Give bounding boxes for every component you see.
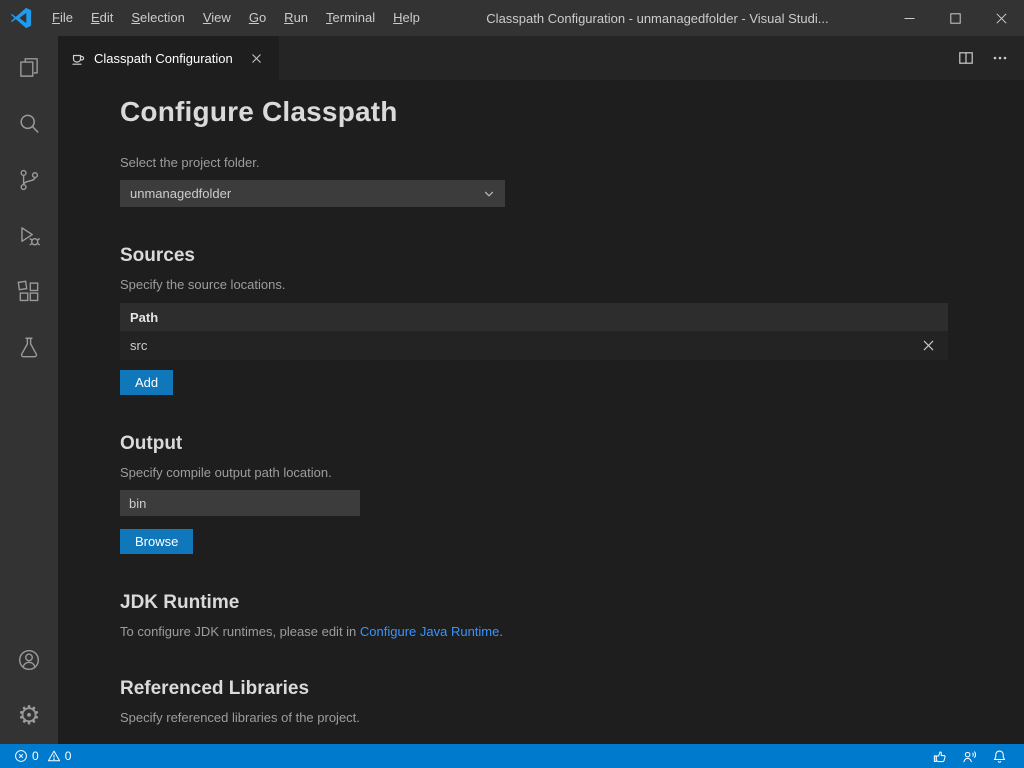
add-source-button[interactable]: Add: [120, 370, 173, 395]
source-path-value: src: [130, 338, 147, 353]
tab-label: Classpath Configuration: [94, 51, 233, 66]
referenced-libraries-heading: Referenced Libraries: [120, 678, 1004, 700]
errors-icon: [14, 749, 28, 763]
sources-table: Path src: [120, 303, 948, 360]
tab-classpath-configuration[interactable]: Classpath Configuration: [58, 36, 280, 80]
menubar: File Edit Selection View Go Run Terminal…: [43, 0, 429, 36]
tab-close-icon[interactable]: [247, 48, 267, 68]
vscode-logo-icon: [10, 7, 32, 29]
project-folder-value: unmanagedfolder: [130, 186, 231, 201]
problems-button[interactable]: 0 0: [10, 744, 75, 768]
menu-edit[interactable]: Edit: [82, 0, 122, 36]
vscode-window: File Edit Selection View Go Run Terminal…: [0, 0, 1024, 768]
titlebar: File Edit Selection View Go Run Terminal…: [0, 0, 1024, 36]
jdk-runtime-text: To configure JDK runtimes, please edit i…: [120, 624, 1004, 640]
notifications-bell-icon[interactable]: [984, 744, 1014, 768]
split-editor-icon[interactable]: [952, 44, 980, 72]
browse-output-button[interactable]: Browse: [120, 529, 193, 554]
extensions-icon[interactable]: [0, 264, 58, 320]
maximize-button[interactable]: [932, 0, 978, 36]
thumbs-up-icon[interactable]: [924, 744, 954, 768]
menu-go[interactable]: Go: [240, 0, 275, 36]
status-bar-right: [924, 744, 1014, 768]
warnings-icon: [47, 749, 61, 763]
window-title: Classpath Configuration - unmanagedfolde…: [486, 11, 828, 26]
account-icon[interactable]: [0, 632, 58, 688]
menu-help[interactable]: Help: [384, 0, 429, 36]
configure-java-runtime-link[interactable]: Configure Java Runtime: [360, 624, 499, 639]
run-and-debug-icon[interactable]: [0, 208, 58, 264]
output-description: Specify compile output path location.: [120, 465, 1004, 481]
close-button[interactable]: [978, 0, 1024, 36]
sources-description: Specify the source locations.: [120, 277, 1004, 293]
menu-file[interactable]: File: [43, 0, 82, 36]
more-actions-icon[interactable]: [986, 44, 1014, 72]
project-folder-select[interactable]: unmanagedfolder: [120, 180, 505, 207]
menu-run[interactable]: Run: [275, 0, 317, 36]
output-heading: Output: [120, 433, 1004, 455]
explorer-icon[interactable]: [0, 40, 58, 96]
warning-count: 0: [65, 749, 72, 763]
settings-gear-icon[interactable]: ⚙: [0, 688, 58, 744]
window-controls: [886, 0, 1024, 36]
page-title: Configure Classpath: [120, 96, 1004, 128]
editor-actions: [952, 36, 1024, 80]
sources-heading: Sources: [120, 245, 1004, 267]
classpath-configuration-page: Configure Classpath Select the project f…: [58, 80, 1024, 744]
output-path-input[interactable]: [120, 490, 360, 516]
menu-terminal[interactable]: Terminal: [317, 0, 384, 36]
remove-source-icon[interactable]: [918, 336, 938, 356]
source-control-icon[interactable]: [0, 152, 58, 208]
search-icon[interactable]: [0, 96, 58, 152]
menu-selection[interactable]: Selection: [122, 0, 193, 36]
java-cup-icon: [70, 50, 86, 66]
referenced-libraries-description: Specify referenced libraries of the proj…: [120, 710, 1004, 726]
tab-bar: Classpath Configuration: [58, 36, 1024, 80]
sources-table-header: Path: [120, 303, 948, 331]
jdk-text-before: To configure JDK runtimes, please edit i…: [120, 624, 360, 639]
jdk-runtime-heading: JDK Runtime: [120, 592, 1004, 614]
source-row[interactable]: src: [120, 331, 948, 360]
menu-view[interactable]: View: [194, 0, 240, 36]
feedback-icon[interactable]: [954, 744, 984, 768]
project-folder-label: Select the project folder.: [120, 155, 1004, 171]
status-bar: 0 0: [0, 744, 1024, 768]
minimize-button[interactable]: [886, 0, 932, 36]
path-column-header: Path: [130, 310, 158, 325]
chevron-down-icon: [483, 188, 495, 200]
jdk-text-after: .: [499, 624, 503, 639]
error-count: 0: [32, 749, 39, 763]
testing-icon[interactable]: [0, 320, 58, 376]
activity-bar: ⚙: [0, 36, 58, 744]
